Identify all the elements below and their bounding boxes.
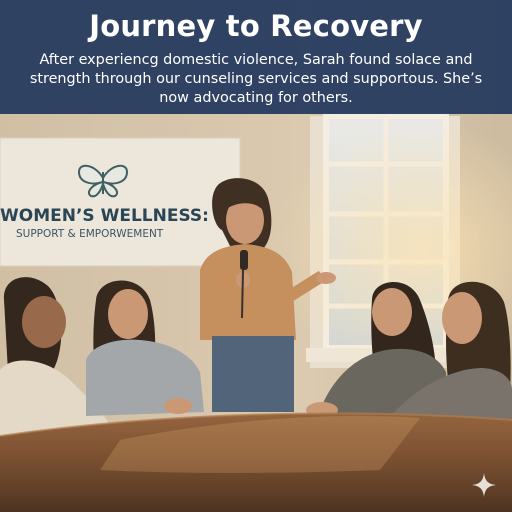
banner-title: WOMEN’S WELLNESS: <box>0 206 209 226</box>
caption-header: Journey to Recovery After experiencg dom… <box>0 0 512 114</box>
story-text: After experiencg domestic violence, Sara… <box>29 52 483 106</box>
page-title: Journey to Recovery <box>89 9 423 43</box>
sparkle-icon <box>472 473 496 497</box>
banner-subtitle: SUPPORT & EMPORWEMENT <box>16 228 164 240</box>
